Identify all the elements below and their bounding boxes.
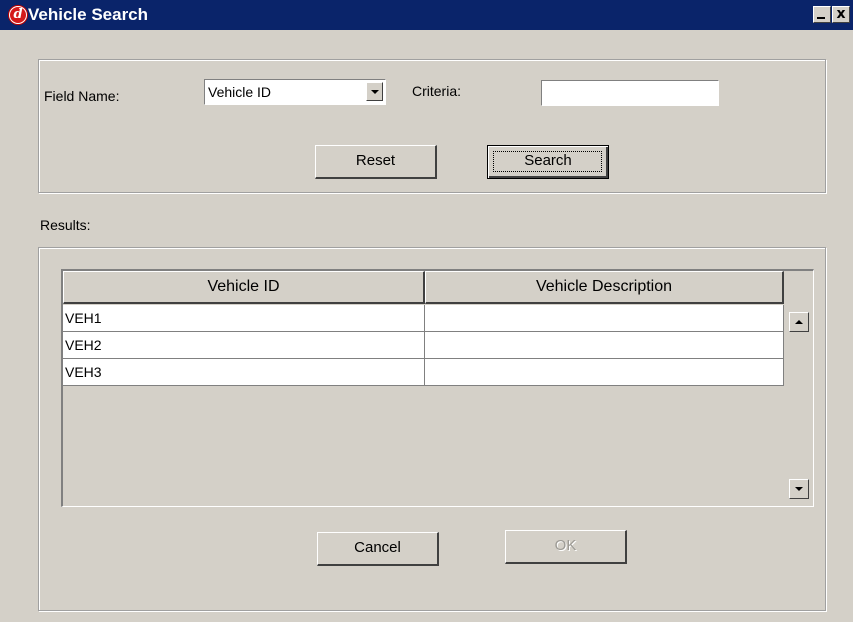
minimize-button[interactable]	[813, 6, 831, 23]
search-button[interactable]: Search	[487, 145, 609, 179]
column-header-vehicle-description[interactable]: Vehicle Description	[425, 271, 784, 304]
reset-button-label: Reset	[355, 152, 396, 169]
vehicle-description-cell[interactable]	[425, 305, 784, 332]
scroll-down-icon	[795, 487, 803, 491]
ok-button-label: OK	[554, 537, 577, 554]
focus-indicator	[493, 151, 602, 172]
field-name-label: Field Name:	[44, 88, 120, 104]
app-logo-icon: d	[8, 5, 28, 25]
scroll-up-button[interactable]	[789, 312, 809, 332]
scroll-down-button[interactable]	[789, 479, 809, 499]
scroll-up-icon	[795, 320, 803, 324]
dropdown-arrow-button[interactable]	[366, 82, 383, 101]
reset-button[interactable]: Reset	[315, 145, 437, 179]
table-row[interactable]: VEH1	[63, 305, 784, 332]
field-name-dropdown[interactable]: Vehicle ID	[204, 79, 386, 105]
cancel-button-label: Cancel	[354, 539, 401, 556]
chevron-down-icon	[371, 90, 379, 94]
vehicle-description-cell[interactable]	[425, 332, 784, 359]
vehicle-id-cell[interactable]: VEH2	[63, 332, 425, 359]
app-logo-letter: d	[10, 7, 26, 23]
vehicle-id-cell[interactable]: VEH1	[63, 305, 425, 332]
cancel-button[interactable]: Cancel	[317, 532, 439, 566]
ok-button[interactable]: OK	[505, 530, 627, 564]
table-row[interactable]: VEH2	[63, 332, 784, 359]
close-icon: x	[836, 6, 846, 22]
minimize-icon	[817, 17, 825, 19]
window-title: Vehicle Search	[28, 5, 149, 24]
vehicle-search-window: d Vehicle Search x Field Name: Vehicle I…	[0, 0, 853, 622]
criteria-label: Criteria:	[412, 83, 462, 99]
vehicle-description-cell[interactable]	[425, 359, 784, 386]
table-row[interactable]: VEH3	[63, 359, 784, 386]
close-button[interactable]: x	[832, 6, 850, 23]
column-header-vehicle-id[interactable]: Vehicle ID	[63, 271, 425, 304]
title-bar[interactable]: d Vehicle Search x	[0, 0, 853, 30]
field-name-selected-value: Vehicle ID	[208, 84, 272, 100]
vehicle-id-cell[interactable]: VEH3	[63, 359, 425, 386]
results-label: Results:	[40, 217, 91, 233]
criteria-input[interactable]	[541, 80, 719, 106]
